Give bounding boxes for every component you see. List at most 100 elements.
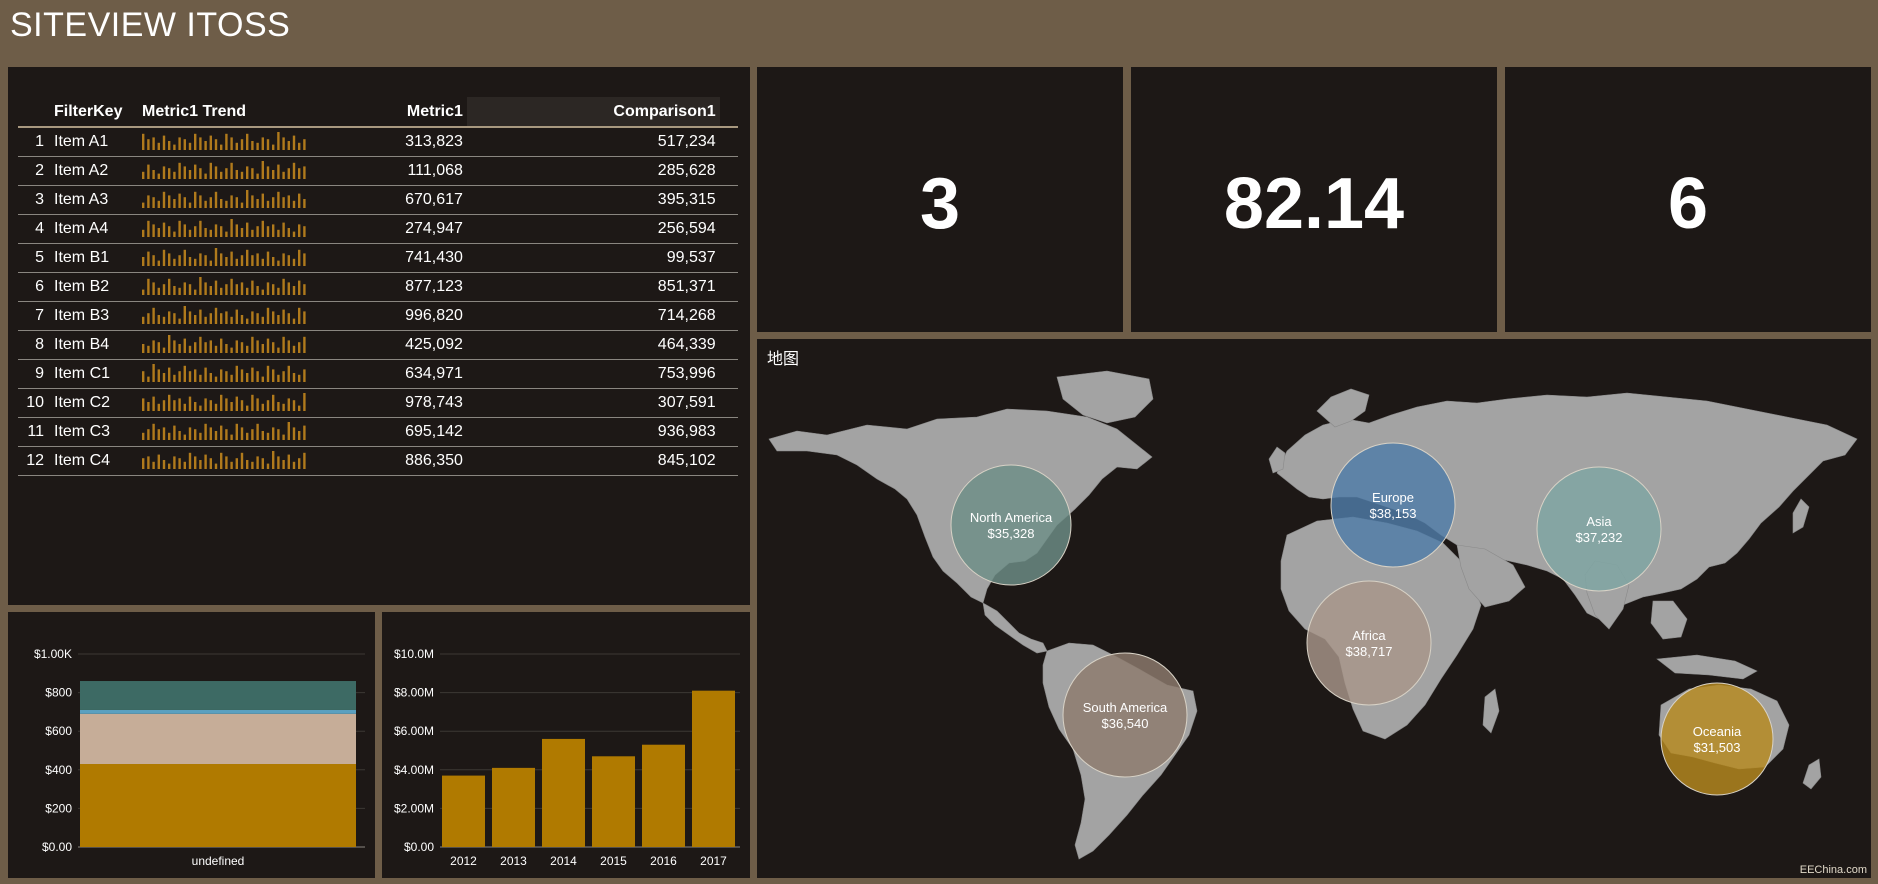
yearly-bar-chart[interactable]: $0.00 $2.00M $4.00M $6.00M $8.00M $10.0M 2012 2…	[382, 612, 750, 878]
sparkline-bar	[277, 401, 280, 411]
row-filler	[719, 156, 738, 186]
sparkline-bar	[214, 463, 218, 469]
sparkline-bar	[225, 167, 228, 179]
sparkline-bar	[240, 254, 244, 266]
sparkline-bar	[157, 173, 160, 179]
bar[interactable]	[592, 756, 635, 847]
sparkline-bar	[235, 396, 238, 411]
sparkline-bar	[152, 363, 155, 382]
table-row[interactable]: 10 Item C2 978,743 307,591	[18, 388, 738, 418]
sparkline-bar	[152, 461, 155, 469]
sparkline-bar	[162, 399, 166, 411]
sparkline-bar	[256, 397, 259, 411]
bar[interactable]	[442, 775, 485, 847]
region-bubble-asia[interactable]: Asia$37,232	[1536, 466, 1662, 592]
row-metric1: 978,743	[316, 388, 467, 418]
stacked-bar-segment[interactable]	[80, 709, 356, 714]
sparkline-bar	[173, 339, 176, 353]
region-bubble-north-america[interactable]: North America$35,328	[950, 464, 1072, 586]
sparkline-bar	[230, 434, 233, 440]
y-tick-label: $0.00	[42, 840, 72, 854]
land-new-zealand	[1802, 758, 1822, 790]
sparkline-bar	[142, 202, 145, 208]
world-map[interactable]: North America$35,328 Europe$38,153 Asia$37…	[757, 339, 1871, 878]
sparkline-bar	[282, 196, 285, 208]
column-header-metric1-trend[interactable]: Metric1 Trend	[138, 97, 316, 128]
region-bubble-europe[interactable]: Europe$38,153	[1330, 442, 1456, 568]
sparkline-bar	[188, 169, 192, 179]
sparkline-bar	[168, 394, 171, 411]
bar[interactable]	[542, 738, 585, 847]
stacked-bar-segment[interactable]	[80, 764, 356, 847]
region-bubble-circle[interactable]	[1062, 652, 1188, 778]
sparkline-bar	[246, 405, 249, 411]
sparkline-bar	[272, 368, 275, 382]
sparkline-bar	[225, 370, 228, 382]
sparkline-bar	[230, 347, 233, 353]
sparkline-bar	[277, 455, 280, 469]
sparkline-bar	[282, 459, 285, 469]
region-bubble-circle[interactable]	[1306, 580, 1432, 706]
table-row[interactable]: 6 Item B2 877,123 851,371	[18, 272, 738, 302]
sparkline-bar	[235, 457, 238, 469]
sparkline-bar	[261, 289, 264, 295]
bar[interactable]	[492, 767, 535, 847]
stacked-bar-segment[interactable]	[80, 713, 356, 765]
region-bubble-oceania[interactable]: Oceania$31,503	[1660, 682, 1774, 796]
column-header-metric1[interactable]: Metric1	[316, 97, 467, 128]
sparkline-bar	[194, 341, 197, 353]
region-bubble-circle[interactable]	[1330, 442, 1456, 568]
sparkline-bar	[204, 227, 207, 237]
sparkline-bar	[230, 162, 233, 179]
sparkline-bar	[157, 287, 160, 295]
y-tick-label: $8.00M	[394, 686, 434, 700]
sparkline-bar	[256, 198, 259, 208]
table-row[interactable]: 11 Item C3 695,142 936,983	[18, 417, 738, 447]
table-row[interactable]: 8 Item B4 425,092 464,339	[18, 330, 738, 360]
kpi-tile-1[interactable]: 3	[757, 67, 1123, 332]
y-tick-label: $200	[45, 801, 72, 815]
table-row[interactable]: 7 Item B3 996,820 714,268	[18, 301, 738, 331]
table-row[interactable]: 1 Item A1 313,823 517,234	[18, 127, 738, 157]
sparkline-bar	[178, 220, 181, 237]
y-tick-label: $600	[45, 724, 72, 738]
kpi-tile-2[interactable]: 82.14	[1131, 67, 1497, 332]
sparkline-bar	[142, 397, 145, 411]
sparkline-bar	[277, 347, 280, 353]
sparkline-bar	[204, 423, 207, 440]
sparkline-bar	[220, 368, 223, 382]
stacked-bar-segment[interactable]	[80, 681, 356, 710]
table-row[interactable]: 3 Item A3 670,617 395,315	[18, 185, 738, 215]
stacked-bar-chart-panel: $0.00 $200 $400 $600 $800 $1.00K undefined	[8, 612, 375, 878]
table-row[interactable]: 9 Item C1 634,971 753,996	[18, 359, 738, 389]
sparkline-bar	[230, 136, 233, 150]
kpi-tile-3[interactable]: 6	[1505, 67, 1871, 332]
sparkline-bar	[282, 171, 285, 179]
sparkline-bar	[168, 252, 171, 266]
row-index: 5	[18, 243, 50, 273]
table-row[interactable]: 5 Item B1 741,430 99,537	[18, 243, 738, 273]
table-row[interactable]: 12 Item C4 886,350 845,102	[18, 446, 738, 476]
sparkline-bar	[287, 339, 290, 353]
row-trend-sparkline	[138, 243, 316, 273]
region-bubble-circle[interactable]	[950, 464, 1072, 586]
stacked-bar-chart[interactable]: $0.00 $200 $400 $600 $800 $1.00K undefined	[8, 612, 375, 878]
row-filler	[719, 127, 738, 157]
column-header-filterkey[interactable]: FilterKey	[50, 97, 138, 128]
region-value: $31,503	[1694, 740, 1741, 755]
region-bubble-circle[interactable]	[1536, 466, 1662, 592]
bar[interactable]	[692, 690, 735, 847]
column-header-comparison1[interactable]: Comparison1	[466, 97, 720, 128]
region-bubble-south-america[interactable]: South America$36,540	[1062, 652, 1188, 778]
sparkline-bar	[162, 249, 166, 266]
table-row[interactable]: 4 Item A4 274,947 256,594	[18, 214, 738, 244]
table-row[interactable]: 2 Item A2 111,068 285,628	[18, 156, 738, 186]
sparkline-bar	[142, 316, 145, 324]
sparkline-bar	[298, 341, 301, 353]
bar[interactable]	[642, 744, 685, 847]
sparkline-bar	[162, 347, 166, 353]
region-bubble-africa[interactable]: Africa$38,717	[1306, 580, 1432, 706]
sparkline-bar	[277, 287, 280, 295]
region-bubble-circle[interactable]	[1660, 682, 1774, 796]
sparkline-bar	[256, 339, 259, 353]
